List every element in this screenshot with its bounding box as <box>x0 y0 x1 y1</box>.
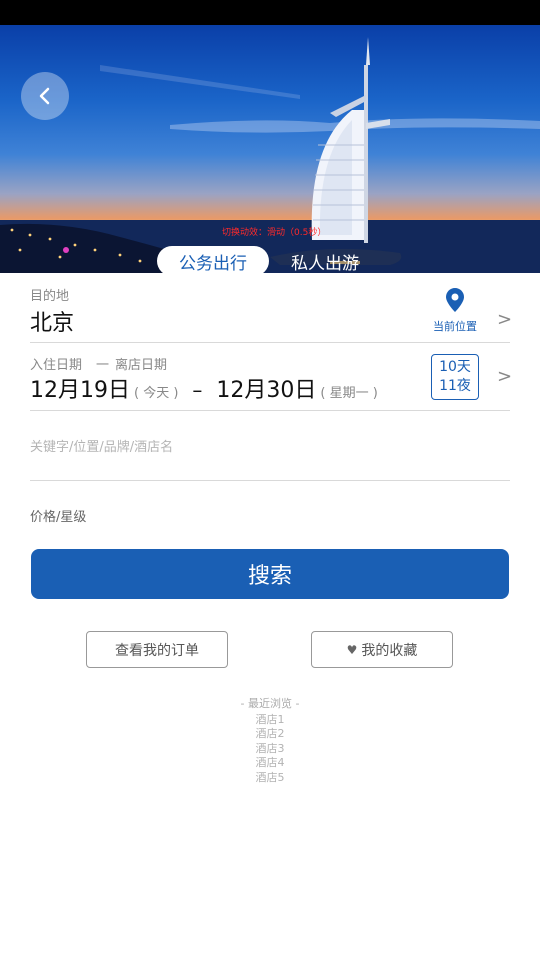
destination-label: 目的地 <box>30 289 70 304</box>
list-item[interactable]: 酒店4 <box>0 756 540 770</box>
hero-banner: 切换动效：滑动（0.5秒） 公务出行 私人出游 <box>0 25 540 273</box>
date-range[interactable]: 12月19日 ( 今天 ) – 12月30日 ( 星期一 ) <box>30 372 378 404</box>
destination-city[interactable]: 北京 <box>30 305 74 337</box>
checkin-label: 入住日期 <box>30 358 83 373</box>
divider <box>30 342 510 343</box>
divider <box>30 480 510 481</box>
heart-icon: ♥ <box>346 642 358 657</box>
chevron-left-icon <box>39 87 50 105</box>
checkin-note: ( 今天 ) <box>134 386 179 401</box>
stay-days: 10天 <box>439 359 471 375</box>
list-item[interactable]: 酒店1 <box>0 713 540 727</box>
stay-length-badge[interactable]: 10天 11夜 <box>431 354 479 400</box>
current-location-label: 当前位置 <box>433 320 477 333</box>
my-favorites-button[interactable]: ♥ 我的收藏 <box>311 631 453 668</box>
stay-nights: 11夜 <box>439 378 471 394</box>
current-location-button[interactable]: 当前位置 <box>428 288 482 334</box>
search-button[interactable]: 搜索 <box>31 549 509 599</box>
date-separator: – <box>192 378 203 402</box>
my-favorites-label: 我的收藏 <box>361 642 418 659</box>
tab-private-trip[interactable]: 私人出游 <box>275 246 375 274</box>
trip-type-segmented-control: 公务出行 私人出游 <box>157 246 375 273</box>
checkout-label: 离店日期 <box>115 358 168 373</box>
checkout-date: 12月30日 <box>216 378 317 403</box>
list-item[interactable]: 酒店2 <box>0 727 540 741</box>
divider <box>30 410 510 411</box>
status-bar <box>0 0 540 25</box>
chevron-right-icon[interactable]: > <box>497 309 512 330</box>
date-labels: 入住日期 一 离店日期 <box>30 354 167 373</box>
price-star-filter[interactable]: 价格/星级 <box>30 506 86 525</box>
tab-business-trip[interactable]: 公务出行 <box>157 246 269 273</box>
location-pin-icon <box>446 288 464 312</box>
my-orders-button[interactable]: 查看我的订单 <box>86 631 228 668</box>
checkin-date: 12月19日 <box>30 378 130 403</box>
list-item[interactable]: 酒店5 <box>0 771 540 785</box>
date-label-dash: 一 <box>96 358 110 373</box>
checkout-note: ( 星期一 ) <box>320 386 378 401</box>
list-item[interactable]: 酒店3 <box>0 742 540 756</box>
animation-note: 切换动效：滑动（0.5秒） <box>222 228 327 238</box>
back-button[interactable] <box>21 72 69 120</box>
chevron-right-icon[interactable]: > <box>497 366 512 387</box>
keyword-input[interactable]: 关键字/位置/品牌/酒店名 <box>30 436 173 455</box>
recent-list: 酒店1 酒店2 酒店3 酒店4 酒店5 <box>0 713 540 785</box>
recent-title: - 最近浏览 - <box>240 697 300 710</box>
